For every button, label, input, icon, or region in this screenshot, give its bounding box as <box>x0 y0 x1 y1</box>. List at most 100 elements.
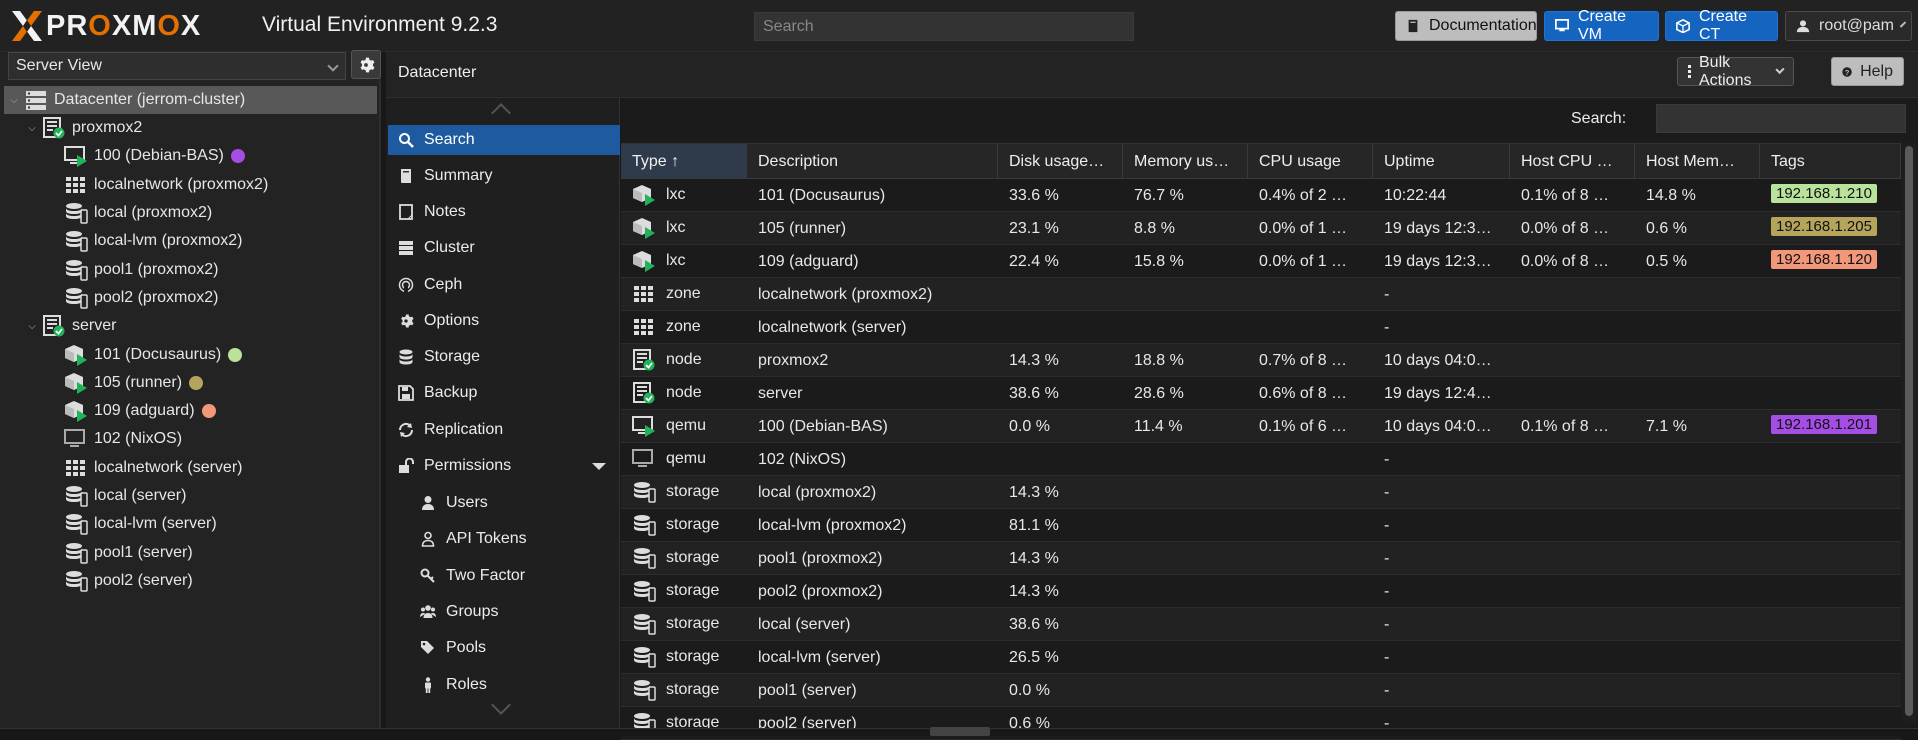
column-header[interactable]: Description <box>747 144 998 178</box>
tree-expand-toggle[interactable]: ⌵ <box>8 94 20 106</box>
nav-item-search[interactable]: Search <box>388 125 620 155</box>
tree-node[interactable]: ⌵ Datacenter (jerrom-cluster) <box>4 86 377 114</box>
table-row[interactable]: storage local-lvm (server) 26.5 % - <box>621 641 1901 674</box>
help-button[interactable]: ? Help <box>1831 57 1904 86</box>
nav-item-label: Cluster <box>424 239 475 256</box>
nav-item-cluster[interactable]: Cluster <box>388 233 620 263</box>
cpu-cell <box>1248 575 1373 607</box>
table-row[interactable]: storage pool1 (proxmox2) 14.3 % - <box>621 542 1901 575</box>
tree-expand-toggle[interactable]: ⌵ <box>26 122 38 134</box>
table-row[interactable]: lxc 109 (adguard) 22.4 % 15.8 % 0.0% of 1 … 1… <box>621 245 1901 278</box>
ip-tag-badge[interactable]: 192.168.1.201 <box>1771 415 1877 434</box>
sdn-zone-icon <box>632 283 656 305</box>
tree-node[interactable]: local-lvm (proxmox2) <box>0 227 381 255</box>
proxmox-logo[interactable]: PROXMOX <box>10 10 201 42</box>
ip-tag-badge[interactable]: 192.168.1.205 <box>1771 217 1877 236</box>
table-row[interactable]: qemu 100 (Debian-BAS) 0.0 % 11.4 % 0.1% of 6… <box>621 410 1901 443</box>
tree-settings-button[interactable] <box>351 50 381 79</box>
nav-item-storage[interactable]: Storage <box>388 342 620 372</box>
bulk-actions-button[interactable]: Bulk Actions <box>1677 54 1794 89</box>
unlock-icon <box>398 457 414 474</box>
nav-item-permissions[interactable]: Permissions <box>388 451 620 481</box>
ip-tag-badge[interactable]: 192.168.1.210 <box>1771 184 1877 203</box>
grid-header: Type ↑ Description Disk usage… Memory us… CP… <box>621 143 1901 179</box>
table-row[interactable]: storage pool2 (proxmox2) 14.3 % - <box>621 575 1901 608</box>
log-panel-splitter[interactable] <box>930 727 990 736</box>
sdn-zone-icon <box>632 316 656 338</box>
tree-node[interactable]: 102 (NixOS) <box>0 425 381 453</box>
tree-node[interactable]: localnetwork (server) <box>0 454 381 482</box>
ip-tag-badge[interactable]: 192.168.1.120 <box>1771 250 1877 269</box>
table-row[interactable]: storage local-lvm (proxmox2) 81.1 % - <box>621 509 1901 542</box>
table-row[interactable]: qemu 102 (NixOS) - <box>621 443 1901 476</box>
table-row[interactable]: lxc 101 (Docusaurus) 33.6 % 76.7 % 0.4% of 2… <box>621 179 1901 212</box>
tree-node[interactable]: 109 (adguard) <box>0 397 381 425</box>
grid-search-input[interactable] <box>1656 104 1906 133</box>
scrollbar-thumb[interactable] <box>1905 146 1913 716</box>
tree-node[interactable]: pool2 (server) <box>0 567 381 595</box>
table-row[interactable]: storage local (server) 38.6 % - <box>621 608 1901 641</box>
nav-item-label: Users <box>446 494 488 511</box>
view-selector[interactable]: Server View <box>8 52 346 80</box>
column-header[interactable]: Host Mem… <box>1635 144 1760 178</box>
nav-item-ceph[interactable]: Ceph <box>388 270 620 300</box>
tree-node[interactable]: ⌵ proxmox2 <box>0 114 381 142</box>
tree-node[interactable]: pool1 (proxmox2) <box>0 255 381 283</box>
caret-down-icon[interactable] <box>592 463 606 470</box>
table-row[interactable]: storage local (proxmox2) 14.3 % - <box>621 476 1901 509</box>
hmem-cell <box>1635 641 1760 673</box>
hcpu-cell: 0.1% of 8 … <box>1521 418 1610 435</box>
scroll-up-icon[interactable] <box>491 103 511 123</box>
nav-item-pools[interactable]: Pools <box>388 633 620 663</box>
tree-node[interactable]: pool1 (server) <box>0 538 381 566</box>
type-cell: storage <box>621 674 747 706</box>
svg-text:?: ? <box>1845 67 1850 76</box>
table-row[interactable]: zone localnetwork (proxmox2) - <box>621 278 1901 311</box>
nav-item-groups[interactable]: Groups <box>388 597 620 627</box>
nav-item-notes[interactable]: Notes <box>388 197 620 227</box>
column-header[interactable]: Disk usage… <box>998 144 1123 178</box>
table-row[interactable]: node proxmox2 14.3 % 18.8 % 0.7% of 8 … 10 da… <box>621 344 1901 377</box>
tree-node[interactable]: pool2 (proxmox2) <box>0 284 381 312</box>
content-header: Datacenter Bulk Actions ? Help <box>386 52 1918 98</box>
tree-expand-toggle[interactable]: ⌵ <box>26 320 38 332</box>
table-row[interactable]: lxc 105 (runner) 23.1 % 8.8 % 0.0% of 1 … 19 … <box>621 212 1901 245</box>
gear-icon <box>398 313 414 329</box>
tree-node[interactable]: local (proxmox2) <box>0 199 381 227</box>
ct-running-icon <box>632 217 656 239</box>
nav-item-replication[interactable]: Replication <box>388 415 620 445</box>
documentation-button[interactable]: Documentation <box>1395 11 1537 41</box>
tree-node[interactable]: local (server) <box>0 482 381 510</box>
nav-item-roles[interactable]: Roles <box>388 670 620 700</box>
nav-item-backup[interactable]: Backup <box>388 378 620 408</box>
tree-node[interactable]: local-lvm (server) <box>0 510 381 538</box>
column-header[interactable]: Host CPU … <box>1510 144 1635 178</box>
uptime-cell: - <box>1384 517 1390 534</box>
create-vm-button[interactable]: Create VM <box>1544 8 1659 43</box>
nav-item-summary[interactable]: Summary <box>388 161 620 191</box>
create-ct-button[interactable]: Create CT <box>1665 8 1778 43</box>
tree-node[interactable]: localnetwork (proxmox2) <box>0 171 381 199</box>
column-header[interactable]: Tags <box>1760 144 1901 178</box>
nav-item-options[interactable]: Options <box>388 306 620 336</box>
mem-cell: 76.7 % <box>1134 187 1184 204</box>
grid-scrollbar[interactable] <box>1902 143 1916 723</box>
node-online-icon <box>632 349 656 371</box>
nav-item-api-tokens[interactable]: API Tokens <box>388 524 620 554</box>
tree-node[interactable]: 101 (Docusaurus) <box>0 340 381 368</box>
column-header[interactable]: Type ↑ <box>621 144 747 178</box>
tree-node[interactable]: ⌵ server <box>0 312 381 340</box>
column-header[interactable]: CPU usage <box>1248 144 1373 178</box>
column-header[interactable]: Uptime <box>1373 144 1510 178</box>
global-search-input[interactable]: Search <box>754 12 1134 41</box>
nav-item-users[interactable]: Users <box>388 488 620 518</box>
nav-item-two-factor[interactable]: Two Factor <box>388 561 620 591</box>
tree-node[interactable]: 105 (runner) <box>0 369 381 397</box>
table-row[interactable]: node server 38.6 % 28.6 % 0.6% of 8 … 19 days… <box>621 377 1901 410</box>
table-row[interactable]: zone localnetwork (server) - <box>621 311 1901 344</box>
table-row[interactable]: storage pool1 (server) 0.0 % - <box>621 674 1901 707</box>
tree-node[interactable]: 100 (Debian-BAS) <box>0 142 381 170</box>
disk-cell <box>998 311 1123 343</box>
user-menu-button[interactable]: root@pam <box>1785 11 1912 41</box>
column-header[interactable]: Memory us… <box>1123 144 1248 178</box>
